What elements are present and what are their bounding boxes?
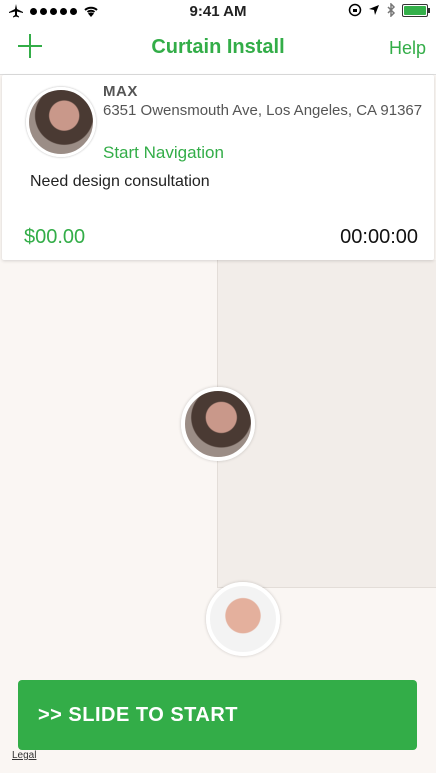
rotation-lock-icon [348,3,362,17]
battery-level [404,5,426,15]
job-timer: 00:00:00 [340,226,418,248]
customer-address: 6351 Owensmouth Ave, Los Angeles, CA 913… [103,102,423,119]
job-note: Need design consultation [30,173,210,190]
start-navigation-link[interactable]: Start Navigation [103,143,224,163]
status-right [348,3,430,17]
customer-map-pin[interactable] [181,387,255,461]
battery-icon [402,3,430,17]
nav-bar: Curtain Install Help [0,24,436,75]
location-icon [369,5,379,15]
customer-avatar [26,87,96,157]
job-price: $00.00 [24,226,86,248]
customer-name: MAX [103,83,138,100]
legal-link[interactable]: Legal [12,750,36,761]
page-title: Curtain Install [151,36,285,58]
bluetooth-icon [387,3,396,17]
installer-map-pin[interactable] [206,582,280,656]
status-bar: 9:41 AM [0,0,436,24]
slide-to-start-button[interactable]: >> SLIDE TO START [18,680,417,750]
help-button[interactable]: Help [389,38,426,59]
customer-card: MAX 6351 Owensmouth Ave, Los Angeles, CA… [2,75,434,260]
